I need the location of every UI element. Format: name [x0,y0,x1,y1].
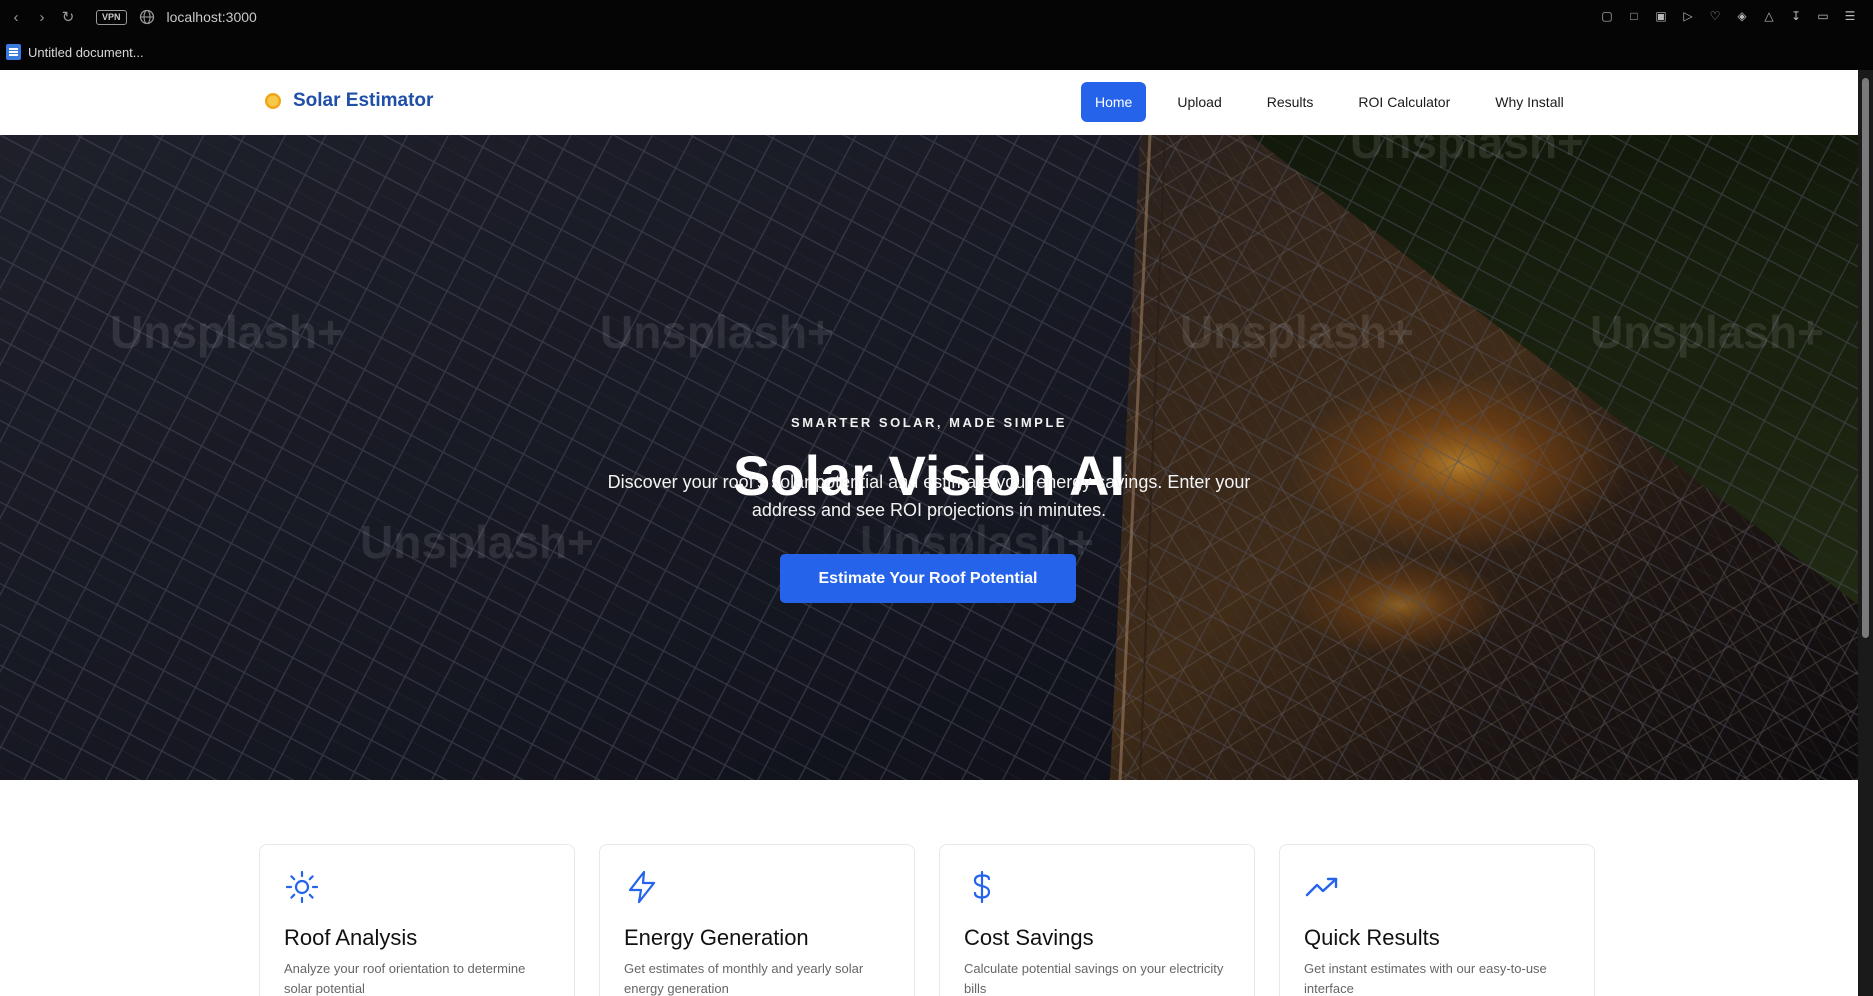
puzzle-icon[interactable]: ◈ [1733,7,1751,25]
brand-logo[interactable]: Solar Estimator [262,90,433,112]
feature-card-roof-analysis: Roof Analysis Analyze your roof orientat… [259,844,575,996]
nav-upload[interactable]: Upload [1163,82,1235,122]
battery-icon[interactable]: ▭ [1814,7,1832,25]
download-icon[interactable]: ↧ [1787,7,1805,25]
feature-title: Roof Analysis [284,925,418,950]
back-icon[interactable]: ‹ [6,7,26,27]
hero-eyebrow: SMARTER SOLAR, MADE SIMPLE [791,415,1067,430]
feature-card-energy-generation: Energy Generation Get estimates of month… [599,844,915,996]
site-header: Solar Estimator Home Upload Results ROI … [0,70,1858,135]
heart-icon[interactable]: ♡ [1706,7,1724,25]
features-section: Roof Analysis Analyze your roof orientat… [0,780,1858,996]
globe-icon [139,9,154,25]
menu-icon[interactable]: ☰ [1841,7,1859,25]
lightning-icon [628,870,656,904]
reload-icon[interactable]: ↻ [58,7,78,27]
feature-description: Get instant estimates with our easy-to-u… [1304,961,1547,996]
hero-watermark: Unsplash+ [110,306,344,358]
feature-card-cost-savings: Cost Savings Calculate potential savings… [939,844,1255,996]
hero-section: Unsplash+ Unsplash+ Unsplash+ Unsplash+ … [0,135,1858,780]
bookmarks-bar: Untitled document... [0,34,1873,70]
main-nav: Home Upload Results ROI Calculator Why I… [1081,82,1595,122]
shield-icon[interactable]: ▣ [1652,7,1670,25]
extension-bar: ▢ □ ▣ ▷ ♡ ◈ △ ↧ ▭ ☰ [1598,7,1859,25]
nav-why-install[interactable]: Why Install [1481,82,1577,122]
sun-icon [285,870,319,904]
nav-results[interactable]: Results [1253,82,1328,122]
nav-roi-calculator[interactable]: ROI Calculator [1344,82,1464,122]
hero-watermark: Unsplash+ [1350,135,1584,168]
screenshot-icon[interactable]: □ [1625,7,1643,25]
forward-icon[interactable]: › [32,7,52,27]
hero-subtitle: Discover your roof's solar potential and… [607,472,1251,520]
vpn-badge[interactable]: VPN [96,9,127,25]
nav-home[interactable]: Home [1081,82,1147,122]
hero-watermark: Unsplash+ [1590,306,1824,358]
feature-description: Get estimates of monthly and yearly sola… [624,961,864,996]
bookmark-untitled-document[interactable]: Untitled document... [28,45,144,60]
page-viewport: Solar Estimator Home Upload Results ROI … [0,70,1858,996]
feature-title: Energy Generation [624,925,809,950]
address-bar[interactable]: localhost:3000 [167,9,257,25]
feature-title: Quick Results [1304,925,1440,950]
feature-card-quick-results: Quick Results Get instant estimates with… [1279,844,1595,996]
page-scrollbar[interactable] [1858,70,1873,996]
estimate-roof-button[interactable]: Estimate Your Roof Potential [780,554,1076,603]
brand-name: Solar Estimator [293,90,434,111]
hero-watermark: Unsplash+ [600,306,834,358]
trending-up-icon [1305,877,1338,897]
pin-icon[interactable]: ▢ [1598,7,1616,25]
feature-title: Cost Savings [964,925,1094,950]
browser-toolbar: ‹ › ↻ VPN localhost:3000 ▢ □ ▣ ▷ ♡ ◈ △ ↧… [0,0,1873,34]
dollar-icon [973,870,991,904]
play-icon[interactable]: ▷ [1679,7,1697,25]
hero-watermark: Unsplash+ [360,516,594,568]
scrollbar-thumb[interactable] [1862,78,1869,638]
hero-watermark: Unsplash+ [1180,306,1414,358]
feature-description: Analyze your roof orientation to determi… [284,961,526,996]
account-icon[interactable]: △ [1760,7,1778,25]
feature-description: Calculate potential savings on your elec… [964,961,1224,996]
brand-sun-icon [265,93,281,109]
document-icon [6,44,21,60]
